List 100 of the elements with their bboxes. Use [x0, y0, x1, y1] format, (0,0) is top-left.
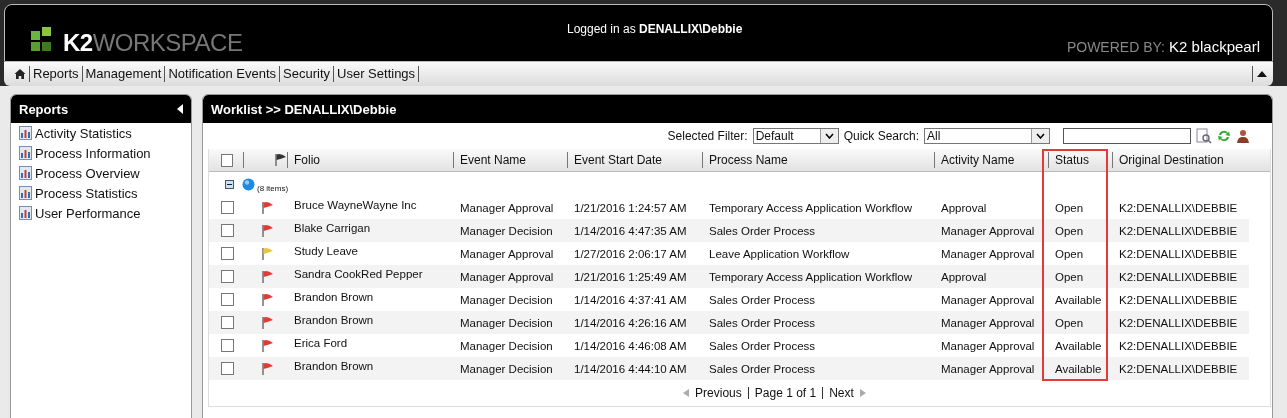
collapse-icon[interactable]	[177, 104, 183, 114]
table-cell-text: Available	[1054, 339, 1103, 352]
row-checkbox[interactable]	[221, 224, 234, 237]
column-header[interactable]: Event Name	[453, 152, 567, 168]
row-checkbox[interactable]	[221, 316, 234, 329]
user-icon[interactable]	[1236, 128, 1250, 144]
row-checkbox[interactable]	[221, 247, 234, 260]
panel-title: Reports	[19, 101, 69, 117]
table-cell-text: 1/14/2016 4:26:16 AM	[573, 316, 688, 329]
nav-menu-item[interactable]: Security	[280, 66, 335, 82]
table-cell-text: K2:DENALLIX\DEBBIE	[1118, 201, 1239, 214]
quick-search-dropdown[interactable]: All	[924, 128, 1050, 144]
collapse-toggle[interactable]	[225, 179, 234, 189]
table-cell-text: K2:DENALLIX\DEBBIE	[1118, 339, 1239, 352]
table-cell-text: Sales Order Process	[708, 362, 817, 375]
table-cell-text: Manager Approval	[459, 247, 555, 260]
table-cell-text: Leave Application Workflow	[708, 247, 851, 260]
home-icon[interactable]	[14, 68, 26, 80]
table-cell-text: 1/27/2016 2:06:17 AM	[573, 247, 688, 260]
table-cell-text: Manager Decision	[459, 224, 554, 237]
collapse-icon[interactable]	[1257, 70, 1267, 78]
filter-dropdown[interactable]: Default	[752, 128, 839, 144]
table-cell-text: Open	[1054, 224, 1085, 237]
report-link[interactable]: Process Overview	[35, 165, 140, 181]
table-cell-text: Manager Approval	[940, 247, 1036, 260]
row-checkbox[interactable]	[221, 270, 234, 283]
column-header[interactable]: Status	[1048, 152, 1112, 168]
globe-icon	[242, 177, 255, 191]
row-checkbox[interactable]	[221, 362, 234, 375]
previous-link[interactable]: Previous	[695, 386, 742, 400]
row-checkbox[interactable]	[221, 293, 234, 306]
table-cell-text: 1/14/2016 4:46:08 AM	[573, 339, 688, 352]
table-cell-text: Sandra CookRed Pepper	[293, 267, 424, 280]
table-cell-text: Sales Order Process	[708, 339, 817, 352]
report-icon	[19, 146, 32, 160]
caret-icon	[1036, 133, 1045, 139]
flag-icon	[273, 153, 287, 167]
column-header[interactable]: Folio	[287, 152, 453, 168]
table-cell-text: 1/21/2016 1:24:57 AM	[573, 201, 688, 214]
table-cell-text: K2:DENALLIX\DEBBIE	[1118, 247, 1239, 260]
table-cell-text: Erica Ford	[293, 336, 349, 349]
table-cell-text: K2:DENALLIX\DEBBIE	[1118, 293, 1239, 306]
report-icon	[19, 186, 32, 200]
table-cell-text: Manager Approval	[459, 201, 555, 214]
table-cell-text: Manager Decision	[459, 362, 554, 375]
table-cell-text: 1/14/2016 4:47:35 AM	[573, 224, 688, 237]
column-header[interactable]: Event Start Date	[567, 152, 702, 168]
report-link[interactable]: Process Statistics	[35, 185, 138, 201]
nav-menu-item[interactable]: Management	[82, 66, 166, 82]
report-icon	[19, 206, 32, 220]
table-cell-text: Brandon Brown	[293, 359, 375, 372]
table-cell-text: Open	[1054, 270, 1085, 283]
table-cell-text: Manager Approval	[940, 293, 1036, 306]
report-link[interactable]: Activity Statistics	[35, 125, 132, 141]
table-cell-text: K2:DENALLIX\DEBBIE	[1118, 224, 1239, 237]
filter-label: Selected Filter:	[667, 129, 748, 143]
report-icon	[19, 166, 32, 180]
report-link[interactable]: User Performance	[35, 205, 141, 221]
table-cell-text: Manager Approval	[459, 270, 555, 283]
item-count: (8 items)	[257, 183, 289, 193]
table-cell-text: Sales Order Process	[708, 316, 817, 329]
select-all-checkbox[interactable]	[221, 153, 233, 167]
powered-by-text: POWERED BY: K2 blackpearl	[1066, 38, 1260, 55]
report-link[interactable]: Process Information	[35, 145, 151, 161]
table-cell-text: 1/14/2016 4:37:41 AM	[573, 293, 688, 306]
logo-text: K2WORKSPACE	[63, 29, 243, 57]
table-cell-text: Blake Carrigan	[293, 221, 372, 234]
table-cell-text: K2:DENALLIX\DEBBIE	[1118, 270, 1239, 283]
row-checkbox[interactable]	[221, 339, 234, 352]
table-cell-text: Manager Decision	[459, 293, 554, 306]
table-cell-text: Bruce WayneWayne Inc	[293, 198, 418, 211]
search-icon[interactable]	[1196, 128, 1212, 144]
page-indicator: Page 1 of 1	[754, 386, 817, 400]
panel-title: Worklist >> DENALLIX\Debbie	[211, 101, 397, 117]
row-checkbox[interactable]	[221, 201, 234, 214]
table-cell-text: Manager Approval	[940, 339, 1036, 352]
table-cell-text: Sales Order Process	[708, 224, 817, 237]
table-cell-text: Manager Decision	[459, 339, 554, 352]
table-cell-text: K2:DENALLIX\DEBBIE	[1118, 316, 1239, 329]
table-cell-text: Approval	[940, 201, 988, 214]
search-field[interactable]	[1063, 128, 1191, 144]
table-cell-text: Available	[1054, 362, 1103, 375]
refresh-icon[interactable]	[1217, 129, 1231, 143]
table-cell-text: Manager Approval	[940, 362, 1036, 375]
login-text: Logged in as DENALLIX\Debbie	[566, 22, 743, 36]
nav-menu-item[interactable]: Reports	[30, 66, 83, 82]
table-cell-text: Open	[1054, 201, 1085, 214]
table-cell-text: 1/21/2016 1:25:49 AM	[573, 270, 688, 283]
table-cell-text: Manager Approval	[940, 316, 1036, 329]
table-cell-text: Manager Decision	[459, 316, 554, 329]
report-icon	[19, 126, 32, 140]
next-link[interactable]: Next	[829, 386, 854, 400]
column-header[interactable]: Process Name	[702, 152, 934, 168]
column-header[interactable]: Activity Name	[934, 152, 1048, 168]
table-cell-text: Available	[1054, 293, 1103, 306]
table-cell-text: Open	[1054, 247, 1085, 260]
nav-menu-item[interactable]: User Settings	[334, 66, 420, 82]
nav-menu-item[interactable]: Notification Events	[165, 66, 281, 82]
column-header[interactable]: Original Destination	[1112, 152, 1244, 168]
table-cell-text: Temporary Access Application Workflow	[708, 270, 914, 283]
